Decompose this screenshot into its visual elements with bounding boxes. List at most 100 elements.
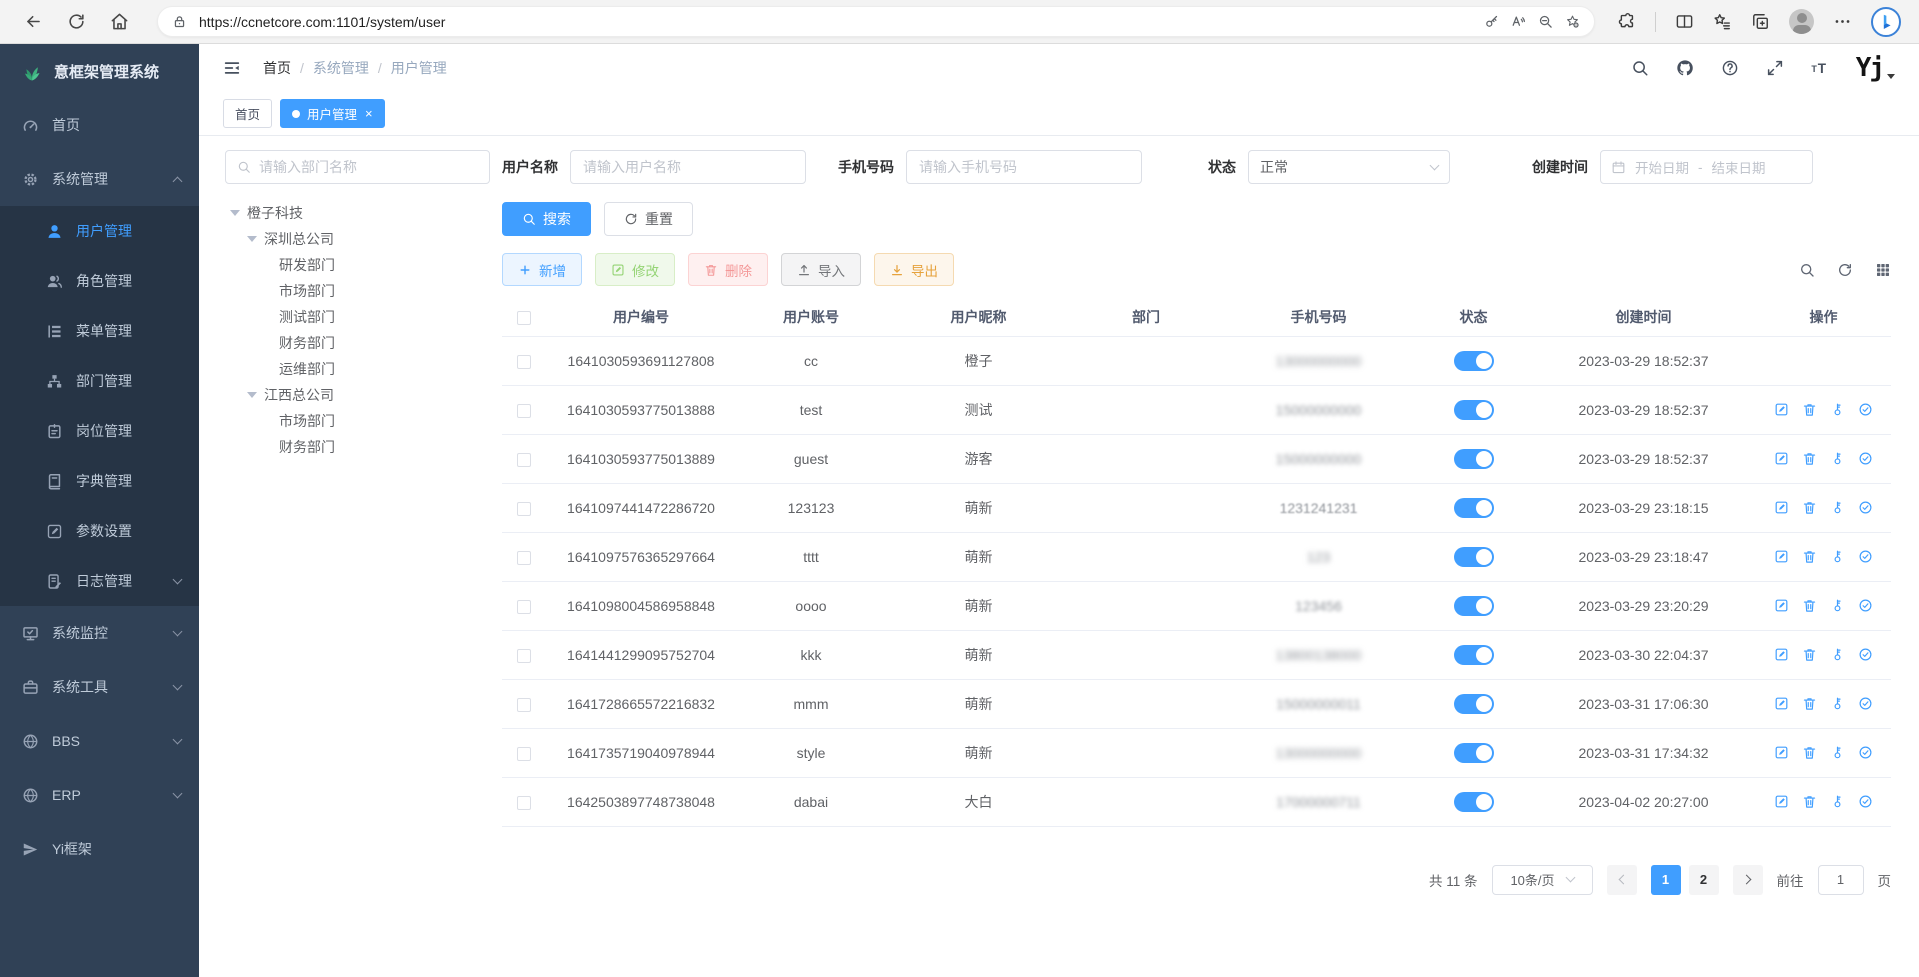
tree-node[interactable]: 市场部门 — [225, 408, 490, 434]
row-checkbox[interactable] — [517, 796, 531, 810]
row-edit-icon[interactable] — [1774, 794, 1789, 809]
sidebar-item-log[interactable]: 日志管理 — [0, 556, 199, 606]
address-bar[interactable]: https://ccnetcore.com:1101/system/user — [157, 6, 1595, 37]
row-delete-icon[interactable] — [1802, 451, 1817, 466]
github-icon[interactable] — [1676, 59, 1694, 77]
browser-home-icon[interactable] — [110, 12, 129, 31]
row-edit-icon[interactable] — [1774, 402, 1789, 417]
extensions-icon[interactable] — [1617, 12, 1636, 31]
row-approve-icon[interactable] — [1858, 647, 1873, 662]
status-toggle[interactable] — [1454, 596, 1494, 616]
next-page-button[interactable] — [1733, 865, 1763, 895]
row-delete-icon[interactable] — [1802, 745, 1817, 760]
font-size-icon[interactable]: TT — [1811, 59, 1829, 77]
sidebar-item-tool[interactable]: 系统工具 — [0, 660, 199, 714]
status-toggle[interactable] — [1454, 498, 1494, 518]
row-delete-icon[interactable] — [1802, 500, 1817, 515]
split-screen-icon[interactable] — [1675, 12, 1694, 31]
sidebar-item-monitor[interactable]: 系统监控 — [0, 606, 199, 660]
row-delete-icon[interactable] — [1802, 647, 1817, 662]
status-select[interactable]: 正常 — [1248, 150, 1450, 184]
modify-button[interactable]: 修改 — [595, 253, 675, 286]
row-delete-icon[interactable] — [1802, 696, 1817, 711]
row-reset-password-icon[interactable] — [1830, 500, 1845, 515]
browser-back-icon[interactable] — [24, 12, 43, 31]
row-reset-password-icon[interactable] — [1830, 598, 1845, 613]
sidebar-item-post[interactable]: 岗位管理 — [0, 406, 199, 456]
browser-menu-icon[interactable] — [1833, 12, 1852, 31]
page-button-2[interactable]: 2 — [1689, 865, 1719, 895]
row-delete-icon[interactable] — [1802, 549, 1817, 564]
navbar-search-icon[interactable] — [1631, 59, 1649, 77]
select-all-checkbox[interactable] — [517, 311, 531, 325]
sidebar-item-system[interactable]: 系统管理 — [0, 152, 199, 206]
status-toggle[interactable] — [1454, 694, 1494, 714]
sidebar-item-menu[interactable]: 菜单管理 — [0, 306, 199, 356]
browser-reload-icon[interactable] — [67, 12, 86, 31]
row-approve-icon[interactable] — [1858, 500, 1873, 515]
prev-page-button[interactable] — [1607, 865, 1637, 895]
row-approve-icon[interactable] — [1858, 598, 1873, 613]
tab-close-icon[interactable]: × — [365, 107, 373, 120]
profile-avatar[interactable] — [1789, 9, 1814, 34]
sidebar-item-param[interactable]: 参数设置 — [0, 506, 199, 556]
read-aloud-icon[interactable] — [1511, 14, 1526, 29]
toggle-search-icon[interactable] — [1799, 262, 1815, 278]
fullscreen-icon[interactable] — [1766, 59, 1784, 77]
tree-node[interactable]: 运维部门 — [225, 356, 490, 382]
row-reset-password-icon[interactable] — [1830, 451, 1845, 466]
delete-button[interactable]: 删除 — [688, 253, 768, 286]
sidebar-item-dept[interactable]: 部门管理 — [0, 356, 199, 406]
add-button[interactable]: 新增 — [502, 253, 582, 286]
row-checkbox[interactable] — [517, 600, 531, 614]
row-delete-icon[interactable] — [1802, 598, 1817, 613]
tab-home[interactable]: 首页 — [223, 99, 272, 128]
tree-node[interactable]: 江西总公司 — [225, 382, 490, 408]
row-approve-icon[interactable] — [1858, 402, 1873, 417]
search-button[interactable]: 搜索 — [502, 202, 591, 236]
row-approve-icon[interactable] — [1858, 549, 1873, 564]
row-checkbox[interactable] — [517, 404, 531, 418]
row-checkbox[interactable] — [517, 502, 531, 516]
row-checkbox[interactable] — [517, 649, 531, 663]
sidebar-item-role[interactable]: 角色管理 — [0, 256, 199, 306]
tree-node[interactable]: 研发部门 — [225, 252, 490, 278]
tab-user[interactable]: 用户管理× — [280, 99, 385, 128]
row-checkbox[interactable] — [517, 453, 531, 467]
row-checkbox[interactable] — [517, 698, 531, 712]
sidebar-item-erp[interactable]: ERP — [0, 768, 199, 822]
page-size-select[interactable]: 10条/页 — [1492, 865, 1593, 895]
status-toggle[interactable] — [1454, 400, 1494, 420]
row-reset-password-icon[interactable] — [1830, 549, 1845, 564]
sidebar-item-bbs[interactable]: BBS — [0, 714, 199, 768]
user-logo[interactable]: Yj — [1856, 55, 1895, 81]
status-toggle[interactable] — [1454, 645, 1494, 665]
row-delete-icon[interactable] — [1802, 402, 1817, 417]
url-text[interactable]: https://ccnetcore.com:1101/system/user — [199, 14, 1472, 30]
date-range-picker[interactable]: 开始日期 - 结束日期 — [1600, 150, 1813, 184]
row-reset-password-icon[interactable] — [1830, 647, 1845, 662]
password-key-icon[interactable] — [1484, 14, 1499, 29]
row-edit-icon[interactable] — [1774, 745, 1789, 760]
breadcrumb-item[interactable]: 系统管理 — [313, 58, 369, 78]
add-favorite-icon[interactable] — [1565, 14, 1580, 29]
sidebar-item-user[interactable]: 用户管理 — [0, 206, 199, 256]
row-reset-password-icon[interactable] — [1830, 745, 1845, 760]
status-toggle[interactable] — [1454, 547, 1494, 567]
row-edit-icon[interactable] — [1774, 500, 1789, 515]
phone-input[interactable] — [906, 150, 1142, 184]
import-button[interactable]: 导入 — [781, 253, 861, 286]
row-approve-icon[interactable] — [1858, 745, 1873, 760]
status-toggle[interactable] — [1454, 743, 1494, 763]
sidebar-item-home[interactable]: 首页 — [0, 98, 199, 152]
tree-node[interactable]: 深圳总公司 — [225, 226, 490, 252]
zoom-out-icon[interactable] — [1538, 14, 1553, 29]
row-checkbox[interactable] — [517, 551, 531, 565]
row-edit-icon[interactable] — [1774, 549, 1789, 564]
favorites-icon[interactable] — [1713, 12, 1732, 31]
username-input[interactable] — [570, 150, 806, 184]
status-toggle[interactable] — [1454, 792, 1494, 812]
collapse-sidebar-icon[interactable] — [223, 59, 241, 77]
row-approve-icon[interactable] — [1858, 794, 1873, 809]
bing-chat-icon[interactable] — [1871, 7, 1901, 37]
